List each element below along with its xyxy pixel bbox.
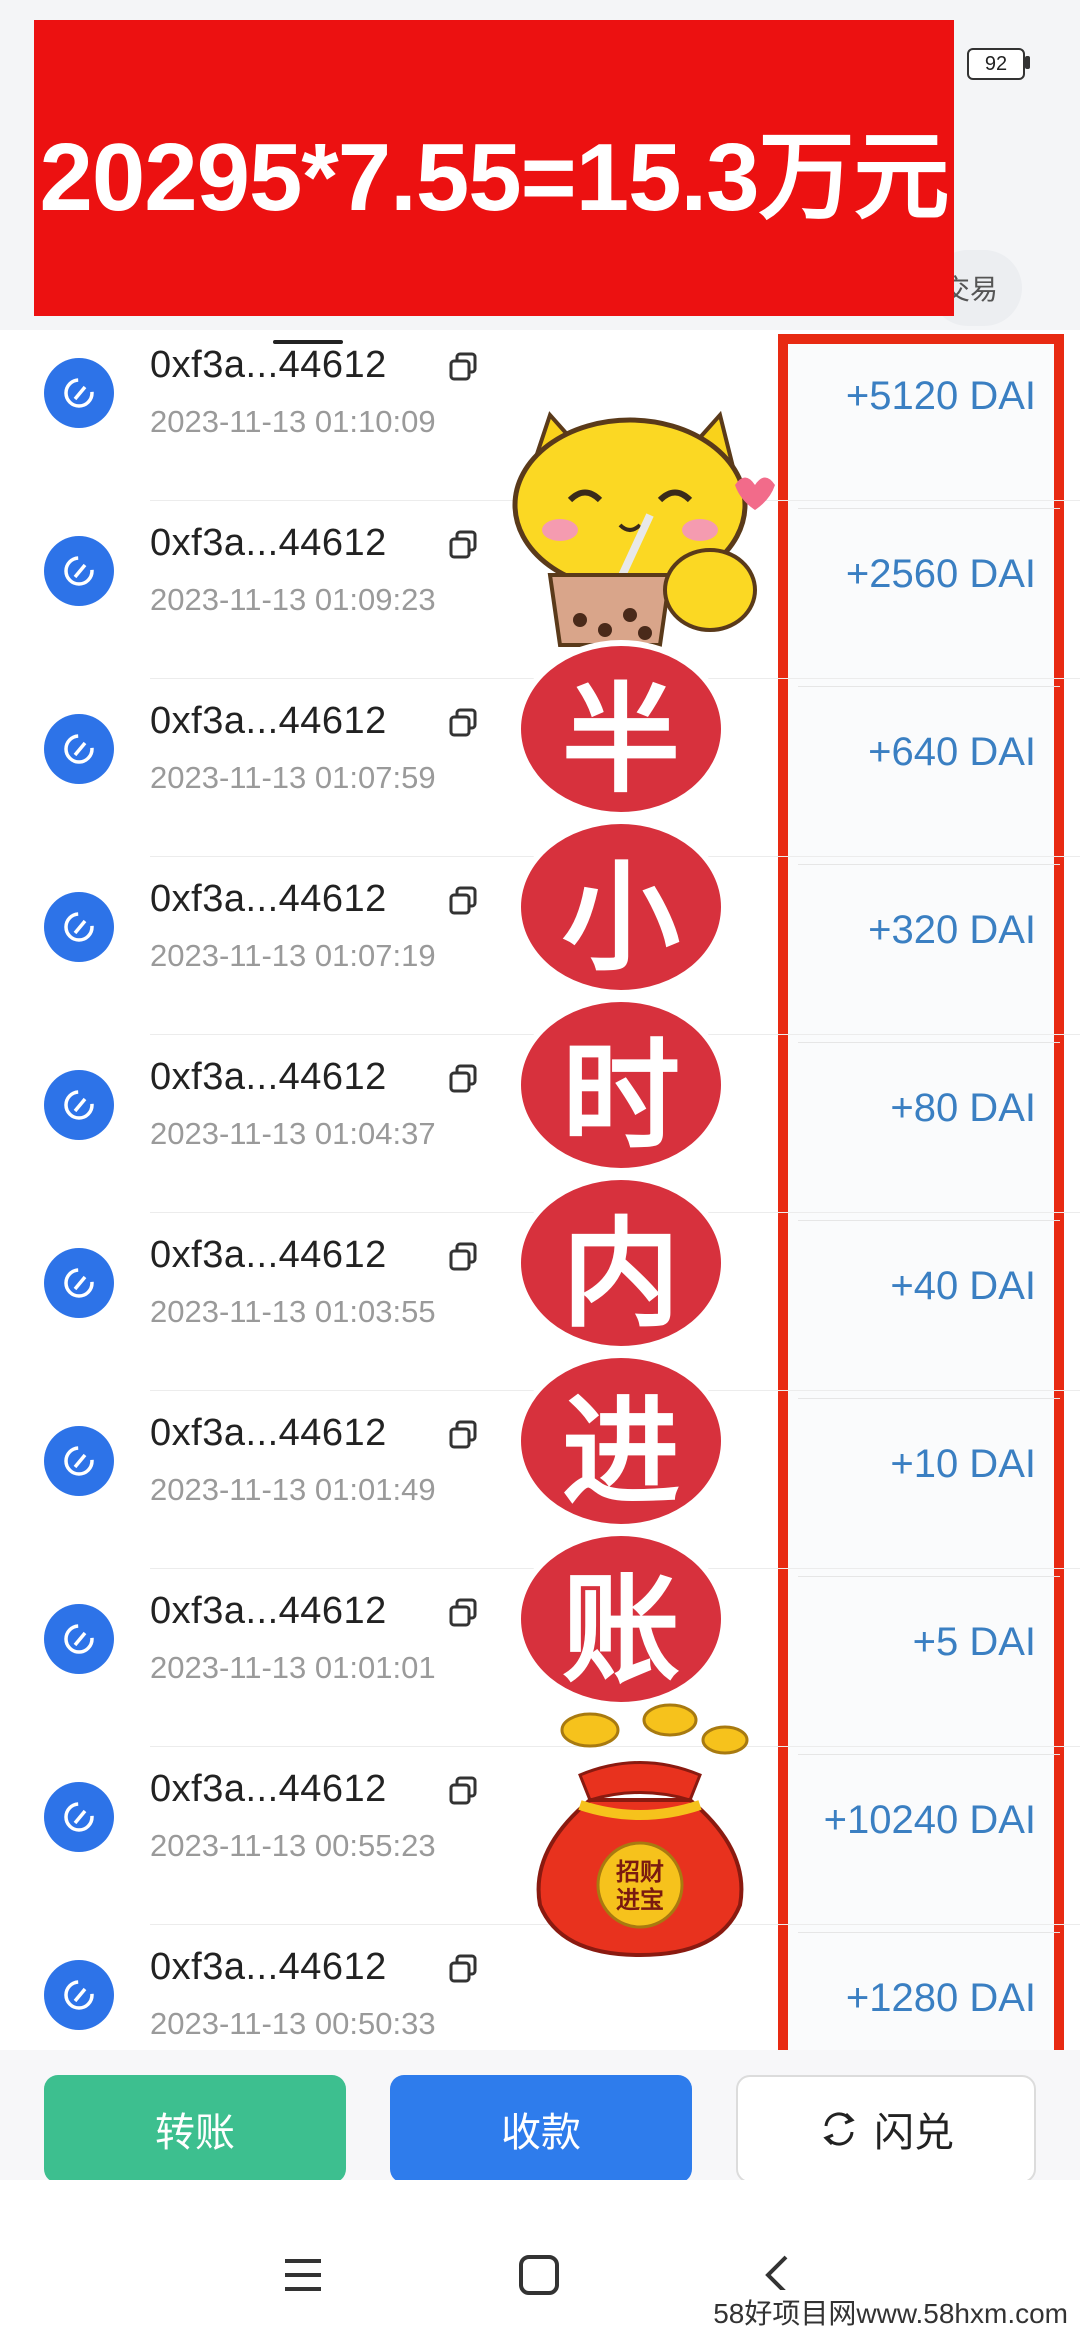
transaction-amount: +40 DAI	[890, 1264, 1036, 1308]
amount-divider	[798, 508, 1060, 509]
transaction-address: 0xf3a...44612	[150, 1768, 387, 1810]
money-bag-icon: 招财 进宝	[536, 1703, 749, 1958]
receive-label: 收款	[501, 2111, 581, 2155]
transaction-address: 0xf3a...44612	[150, 1412, 387, 1454]
transaction-address: 0xf3a...44612	[150, 344, 387, 386]
swap-icon	[823, 2112, 855, 2146]
copy-icon[interactable]	[448, 708, 478, 738]
transaction-type-icon	[44, 1604, 114, 1674]
amount-divider	[798, 1932, 1060, 1933]
slogan-char: 账	[515, 1530, 727, 1708]
bag-text-line2: 进宝	[616, 1886, 664, 1914]
earnings-banner: 20295*7.55=15.3万元	[34, 20, 954, 316]
transaction-time: 2023-11-13 00:50:33	[150, 2006, 436, 2041]
transaction-amount: +640 DAI	[868, 730, 1036, 774]
vertical-slogan: 半 小 时 内 进 账	[515, 640, 727, 1708]
transaction-type-icon	[44, 1782, 114, 1852]
amount-divider	[798, 864, 1060, 865]
transaction-type-icon	[44, 1070, 114, 1140]
receive-button[interactable]: 收款	[390, 2075, 692, 2183]
copy-icon[interactable]	[448, 352, 478, 382]
transaction-address: 0xf3a...44612	[150, 1056, 387, 1098]
transaction-address: 0xf3a...44612	[150, 1590, 387, 1632]
transaction-address: 0xf3a...44612	[150, 878, 387, 920]
slogan-char: 内	[515, 1174, 727, 1352]
transaction-type-icon	[44, 714, 114, 784]
slogan-char: 进	[515, 1352, 727, 1530]
swap-button[interactable]: 闪兑	[736, 2075, 1036, 2183]
transaction-amount: +10240 DAI	[823, 1798, 1036, 1842]
transaction-amount: +1280 DAI	[845, 1976, 1036, 2020]
amount-divider	[798, 1220, 1060, 1221]
transaction-time: 2023-11-13 01:07:19	[150, 938, 436, 973]
copy-icon[interactable]	[448, 1954, 478, 1984]
amount-divider	[798, 686, 1060, 687]
slogan-char: 半	[515, 640, 727, 818]
transaction-address: 0xf3a...44612	[150, 522, 387, 564]
transaction-address: 0xf3a...44612	[150, 1946, 387, 1988]
amount-divider	[798, 1754, 1060, 1755]
copy-icon[interactable]	[448, 1064, 478, 1094]
slogan-char: 时	[515, 996, 727, 1174]
transaction-type-icon	[44, 1960, 114, 2030]
transaction-address: 0xf3a...44612	[150, 700, 387, 742]
transaction-type-icon	[44, 1248, 114, 1318]
swap-label: 闪兑	[874, 2111, 954, 2155]
transaction-time: 2023-11-13 00:55:23	[150, 1828, 436, 1863]
amount-divider	[798, 1042, 1060, 1043]
amount-divider	[798, 1398, 1060, 1399]
transaction-time: 2023-11-13 01:09:23	[150, 582, 436, 617]
amount-divider	[798, 1576, 1060, 1577]
transaction-time: 2023-11-13 01:07:59	[150, 760, 436, 795]
transaction-type-icon	[44, 358, 114, 428]
transaction-time: 2023-11-13 01:01:49	[150, 1472, 436, 1507]
transaction-address: 0xf3a...44612	[150, 1234, 387, 1276]
copy-icon[interactable]	[448, 1598, 478, 1628]
transaction-amount: +5 DAI	[912, 1620, 1036, 1664]
home-icon[interactable]	[518, 2254, 560, 2296]
transaction-time: 2023-11-13 01:04:37	[150, 1116, 436, 1151]
slogan-char: 小	[515, 818, 727, 996]
copy-icon[interactable]	[448, 530, 478, 560]
transaction-amount: +5120 DAI	[845, 374, 1036, 418]
bag-text-line1: 招财	[616, 1858, 664, 1886]
watermark: 58好项目网www.58hxm.com	[707, 2290, 1074, 2334]
copy-icon[interactable]	[448, 1776, 478, 1806]
transaction-amount: +320 DAI	[868, 908, 1036, 952]
battery-indicator: 92	[967, 48, 1025, 80]
battery-tip	[1025, 56, 1030, 69]
banner-text: 20295*7.55=15.3万元	[39, 123, 949, 231]
battery-level: 92	[984, 52, 1008, 75]
transaction-type-icon	[44, 536, 114, 606]
copy-icon[interactable]	[448, 1420, 478, 1450]
transaction-amount: +80 DAI	[890, 1086, 1036, 1130]
transaction-type-icon	[44, 892, 114, 962]
transaction-time: 2023-11-13 01:03:55	[150, 1294, 436, 1329]
transaction-type-icon	[44, 1426, 114, 1496]
transaction-amount: +10 DAI	[890, 1442, 1036, 1486]
transaction-time: 2023-11-13 01:01:01	[150, 1650, 436, 1685]
transfer-label: 转账	[155, 2111, 235, 2155]
copy-icon[interactable]	[448, 1242, 478, 1272]
copy-icon[interactable]	[448, 886, 478, 916]
menu-icon[interactable]	[283, 2257, 323, 2293]
cat-sticker-icon	[512, 410, 775, 647]
transaction-time: 2023-11-13 01:10:09	[150, 404, 436, 439]
transfer-button[interactable]: 转账	[44, 2075, 346, 2183]
transaction-amount: +2560 DAI	[845, 552, 1036, 596]
